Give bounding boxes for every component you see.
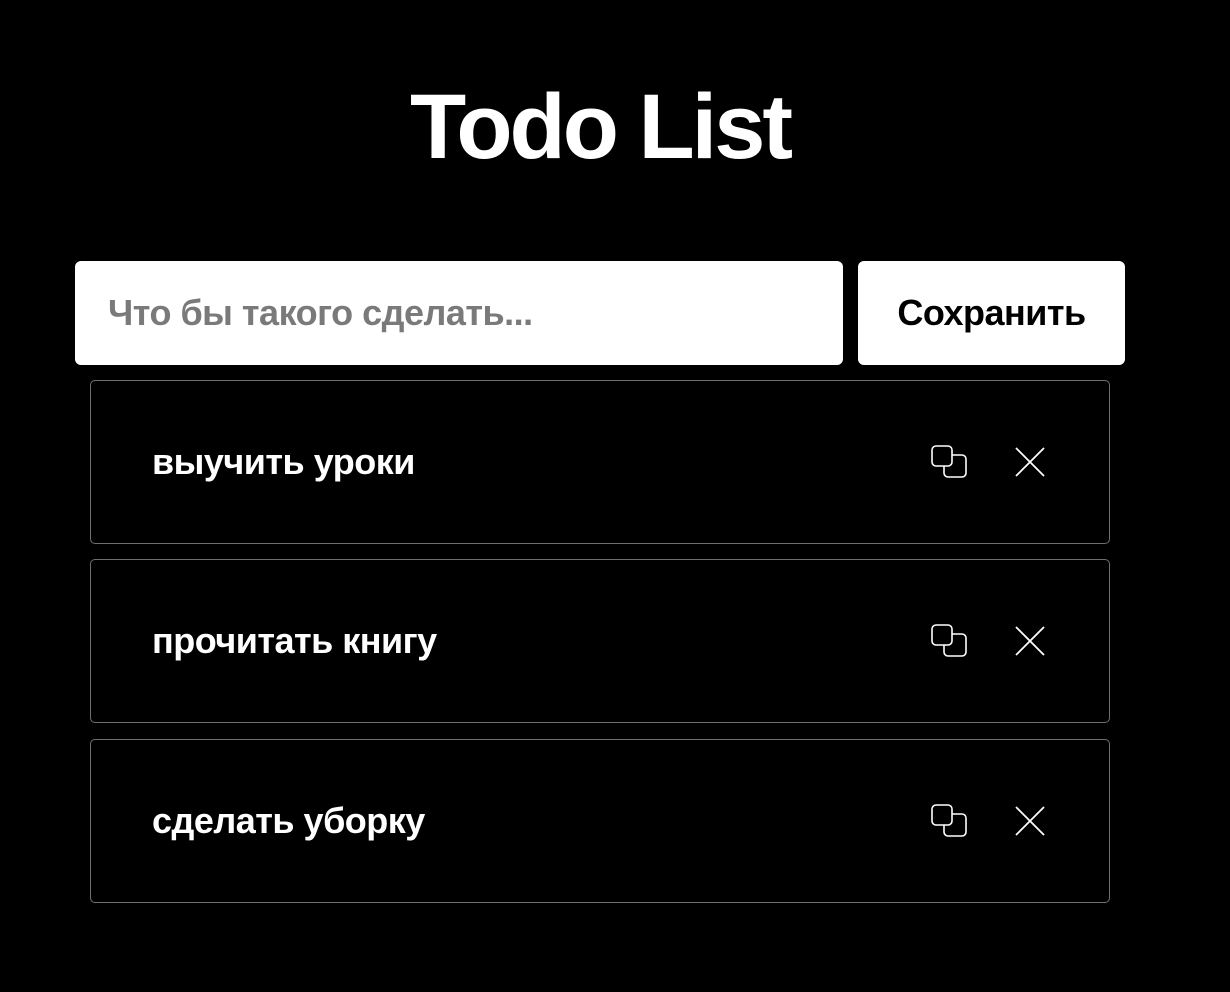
todo-input[interactable] — [75, 261, 843, 365]
copy-icon[interactable] — [930, 442, 970, 482]
todo-item: выучить уроки — [90, 380, 1110, 544]
close-icon[interactable] — [1010, 621, 1050, 661]
todo-item-text: сделать уборку — [152, 800, 425, 841]
todo-item: сделать уборку — [90, 739, 1110, 903]
todo-app: Todo List Сохранить выучить уроки прочит… — [0, 0, 1230, 992]
todo-item-text: выучить уроки — [152, 441, 415, 482]
todo-form: Сохранить — [75, 261, 1125, 365]
todo-item-text: прочитать книгу — [152, 620, 437, 661]
save-button[interactable]: Сохранить — [858, 261, 1125, 365]
todo-item: прочитать книгу — [90, 559, 1110, 723]
copy-icon[interactable] — [930, 621, 970, 661]
copy-icon[interactable] — [930, 801, 970, 841]
close-icon[interactable] — [1010, 801, 1050, 841]
page-title: Todo List — [409, 76, 793, 178]
close-icon[interactable] — [1010, 442, 1050, 482]
